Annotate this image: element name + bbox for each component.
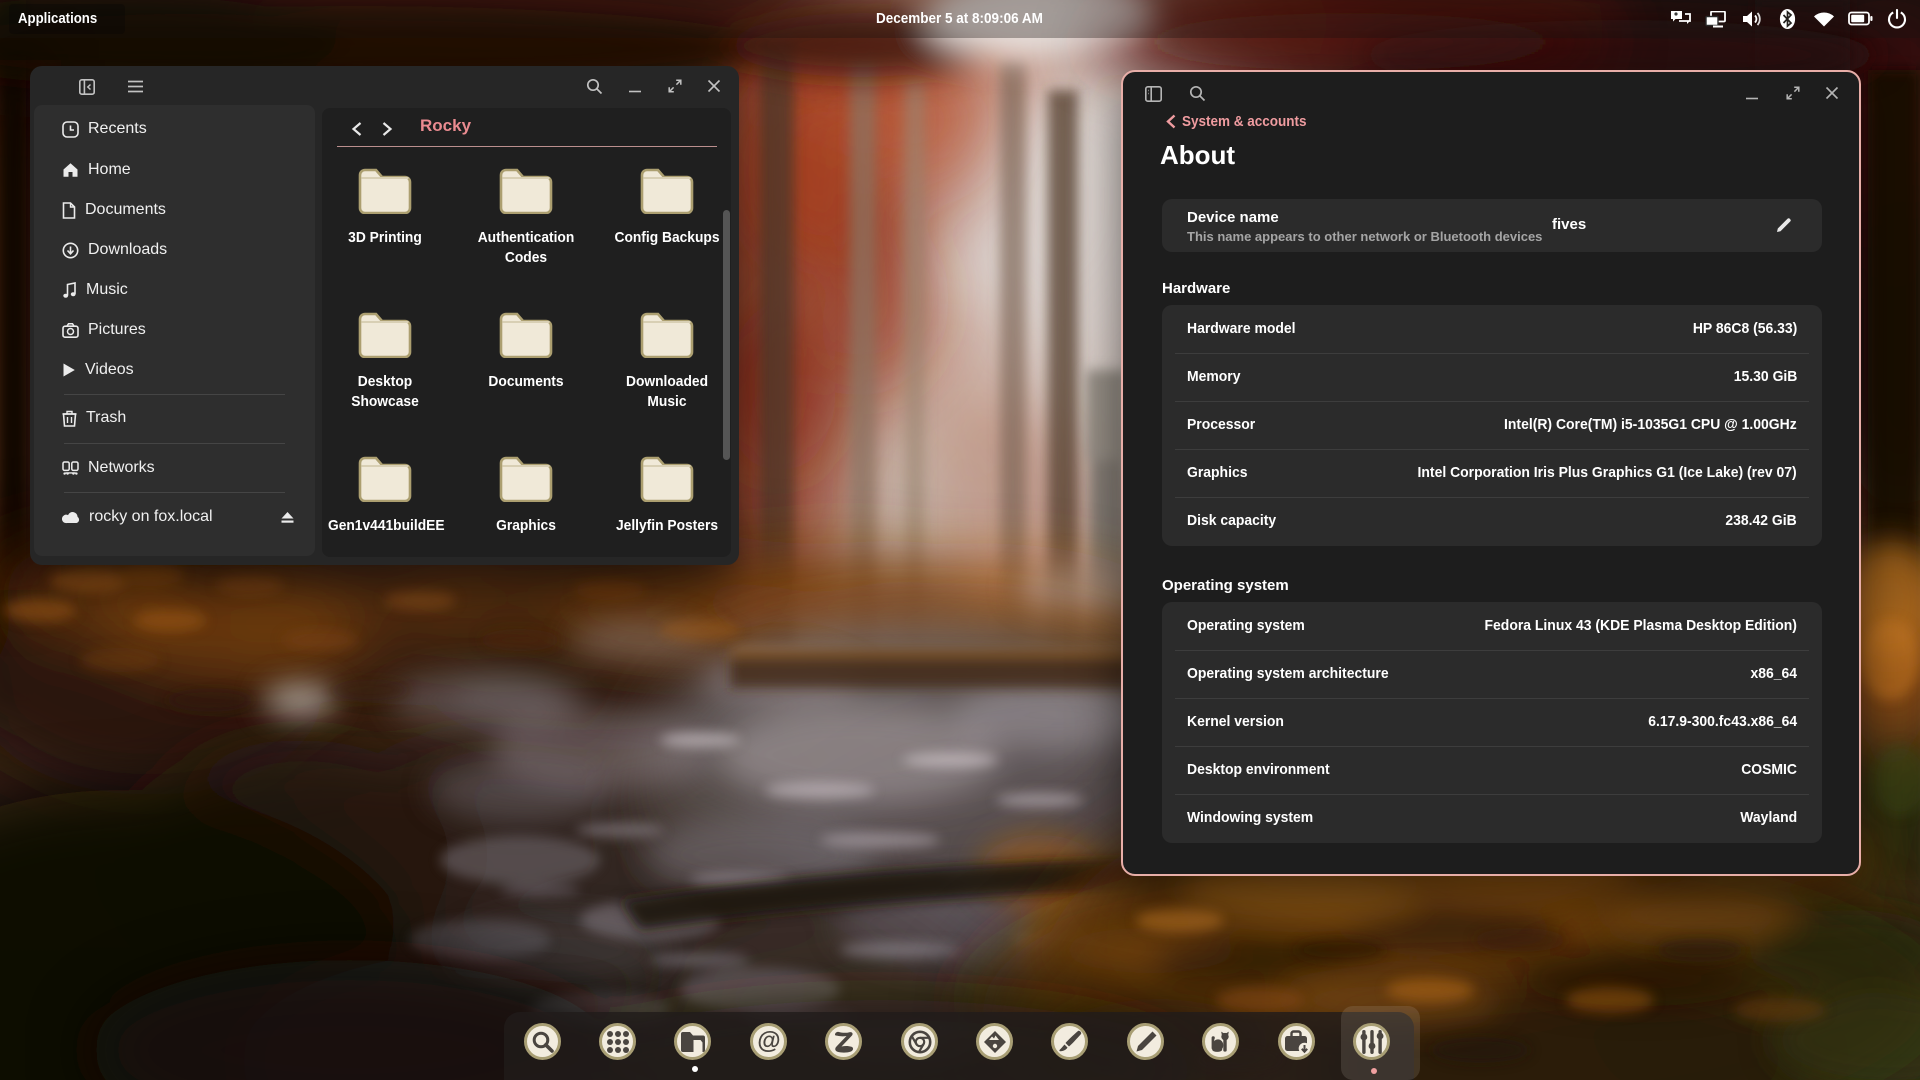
svg-text:@: @ [757, 1029, 780, 1055]
